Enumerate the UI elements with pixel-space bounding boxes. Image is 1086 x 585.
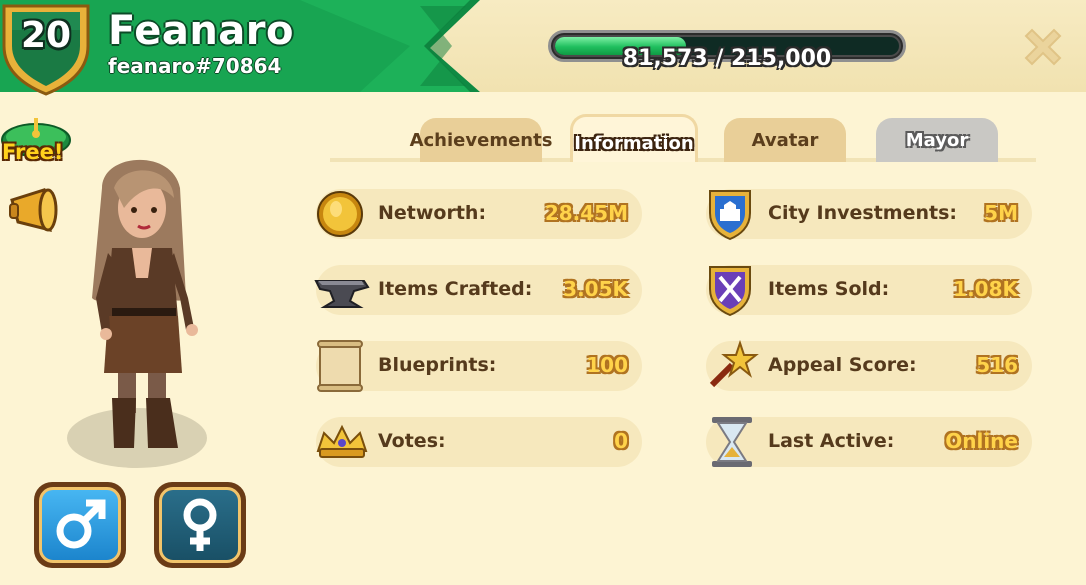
stat-networth: Networth: 28.45M bbox=[316, 189, 642, 239]
female-gender-button[interactable] bbox=[154, 482, 246, 568]
anvil-icon bbox=[314, 280, 370, 308]
megaphone-icon[interactable] bbox=[4, 186, 66, 240]
stat-items-sold: Items Sold: 1.08K bbox=[706, 265, 1032, 317]
profile-screen: 20 Feanaro feanaro#70864 81,573 / 215,00… bbox=[0, 0, 1086, 585]
male-symbol-icon bbox=[56, 499, 106, 549]
stat-value: Online bbox=[945, 429, 1018, 453]
stat-value: 5M bbox=[984, 201, 1018, 225]
stat-label: Items Sold: bbox=[768, 278, 890, 300]
stat-value: 3.05K bbox=[563, 277, 628, 301]
stat-label: Votes: bbox=[378, 430, 446, 452]
stat-city-investments: City Investments: 5M bbox=[706, 189, 1032, 241]
stat-value: 0 bbox=[614, 429, 628, 453]
player-tag: feanaro#70864 bbox=[108, 54, 282, 78]
stat-value: 1.08K bbox=[953, 277, 1018, 301]
hourglass-icon bbox=[712, 417, 752, 467]
stat-label: Items Crafted: bbox=[378, 278, 533, 300]
player-name: Feanaro bbox=[108, 8, 294, 54]
stat-label: Appeal Score: bbox=[768, 354, 917, 376]
stat-value: 100 bbox=[586, 353, 628, 377]
stat-blueprints: Blueprints: 100 bbox=[316, 340, 642, 392]
scroll-icon bbox=[317, 340, 363, 392]
crossed-tools-shield-icon bbox=[709, 266, 751, 317]
tab-mayor[interactable]: Mayor bbox=[876, 118, 998, 162]
stat-appeal-score: Appeal Score: 516 bbox=[706, 339, 1032, 391]
stat-label: Last Active: bbox=[768, 430, 895, 452]
tab-information[interactable]: Information bbox=[570, 114, 698, 162]
female-symbol-icon bbox=[183, 498, 217, 551]
male-gender-button[interactable] bbox=[34, 482, 126, 568]
stat-label: City Investments: bbox=[768, 202, 957, 224]
tab-achievements[interactable]: Achievements bbox=[410, 118, 552, 162]
player-avatar bbox=[67, 159, 207, 468]
stat-value: 28.45M bbox=[544, 201, 628, 225]
tab-avatar[interactable]: Avatar bbox=[724, 118, 846, 162]
stat-label: Blueprints: bbox=[378, 354, 497, 376]
stat-label: Networth: bbox=[378, 202, 487, 224]
gold-coin-icon bbox=[317, 191, 363, 237]
level-number: 20 bbox=[20, 15, 72, 56]
xp-progress-label: 81,573 / 215,000 bbox=[622, 46, 832, 71]
star-wand-icon bbox=[709, 339, 759, 388]
stat-value: 516 bbox=[976, 353, 1018, 377]
city-shield-icon bbox=[709, 190, 751, 241]
stat-items-crafted: Items Crafted: 3.05K bbox=[314, 265, 642, 315]
profile-header: 20 Feanaro feanaro#70864 81,573 / 215,00… bbox=[0, 0, 1086, 96]
close-icon[interactable] bbox=[1018, 22, 1068, 72]
free-spin-label[interactable]: Free! bbox=[2, 140, 63, 164]
crown-icon bbox=[316, 424, 368, 458]
stat-votes: Votes: 0 bbox=[316, 417, 642, 467]
stat-last-active: Last Active: Online bbox=[706, 417, 1032, 467]
